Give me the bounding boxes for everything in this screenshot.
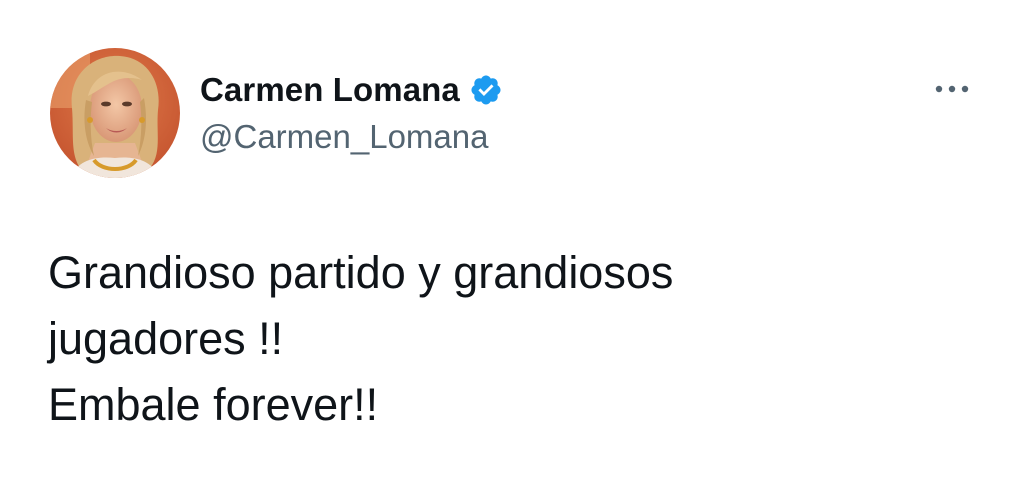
tweet-text-line: jugadores !! [48, 313, 284, 364]
author-name-row: Carmen Lomana [200, 70, 503, 110]
tweet-text-line: Embale forever!! [48, 379, 379, 430]
user-handle[interactable]: @Carmen_Lomana [200, 118, 488, 156]
display-name[interactable]: Carmen Lomana [200, 71, 460, 109]
avatar-photo [50, 48, 180, 178]
tweet-text-line: Grandioso partido y grandiosos [48, 247, 674, 298]
avatar[interactable] [50, 48, 180, 178]
more-options-icon[interactable] [930, 78, 974, 100]
verified-badge-icon [469, 73, 503, 107]
tweet-card: Carmen Lomana @Carmen_Lomana Grandioso p… [0, 0, 1024, 492]
tweet-text: Grandioso partido y grandiosos jugadores… [48, 240, 968, 438]
